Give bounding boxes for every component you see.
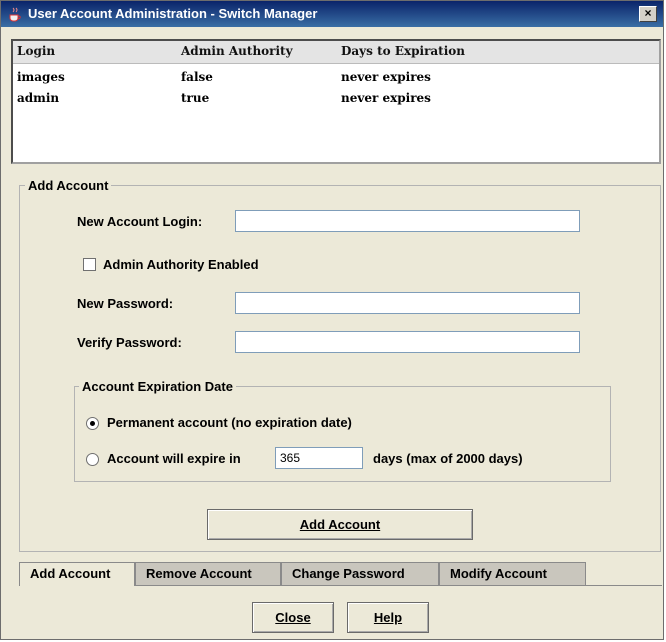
close-window-button[interactable]: ×	[639, 6, 657, 22]
table-header: Login Admin Authority Days to Expiration	[13, 41, 659, 64]
cell-days-to-expiration: never expires	[341, 70, 431, 84]
window-title: User Account Administration - Switch Man…	[28, 6, 318, 21]
new-password-input[interactable]	[235, 292, 580, 314]
add-account-group	[19, 185, 661, 552]
expiration-group-title: Account Expiration Date	[79, 379, 236, 394]
tab-change-password[interactable]: Change Password	[281, 562, 439, 586]
tab-remove-account[interactable]: Remove Account	[135, 562, 281, 586]
tab-divider	[134, 585, 662, 586]
table-row[interactable]: admin true never expires	[13, 89, 659, 111]
cell-login: admin	[17, 91, 60, 105]
add-account-group-title: Add Account	[25, 178, 112, 193]
expire-days-input[interactable]	[275, 447, 363, 469]
close-button[interactable]: Close	[252, 602, 334, 633]
java-cup-icon	[9, 7, 21, 22]
column-header-admin-authority[interactable]: Admin Authority	[181, 44, 293, 58]
add-account-button[interactable]: Add Account	[207, 509, 473, 540]
permanent-account-label[interactable]: Permanent account (no expiration date)	[107, 415, 352, 430]
title-bar[interactable]: User Account Administration - Switch Man…	[1, 1, 663, 27]
column-header-days-to-expiration[interactable]: Days to Expiration	[341, 44, 465, 58]
new-account-login-label: New Account Login:	[77, 214, 203, 229]
permanent-account-radio[interactable]	[86, 417, 99, 430]
radio-selected-dot	[90, 421, 95, 426]
expire-days-suffix: days (max of 2000 days)	[373, 451, 523, 466]
new-password-label: New Password:	[77, 296, 174, 311]
expire-in-radio[interactable]	[86, 453, 99, 466]
help-button-label: Help	[373, 610, 403, 625]
column-header-login[interactable]: Login	[17, 44, 55, 58]
cell-admin-authority: true	[181, 91, 210, 105]
tab-strip: Add Account Remove Account Change Passwo…	[19, 562, 661, 586]
close-button-label: Close	[275, 610, 311, 625]
tab-add-account[interactable]: Add Account	[19, 562, 135, 586]
admin-authority-checkbox[interactable]	[83, 258, 96, 271]
cell-login: images	[17, 70, 65, 84]
add-account-button-label: Add Account	[299, 517, 381, 532]
help-button[interactable]: Help	[347, 602, 429, 633]
accounts-table[interactable]: Login Admin Authority Days to Expiration…	[11, 39, 661, 164]
tab-modify-account[interactable]: Modify Account	[439, 562, 586, 586]
cell-days-to-expiration: never expires	[341, 91, 431, 105]
table-row[interactable]: images false never expires	[13, 68, 659, 90]
admin-authority-label[interactable]: Admin Authority Enabled	[103, 257, 259, 272]
verify-password-input[interactable]	[235, 331, 580, 353]
dialog-window: User Account Administration - Switch Man…	[0, 0, 664, 640]
verify-password-label: Verify Password:	[77, 335, 182, 350]
cell-admin-authority: false	[181, 70, 213, 84]
expire-in-label[interactable]: Account will expire in	[107, 451, 241, 466]
new-account-login-input[interactable]	[235, 210, 580, 232]
